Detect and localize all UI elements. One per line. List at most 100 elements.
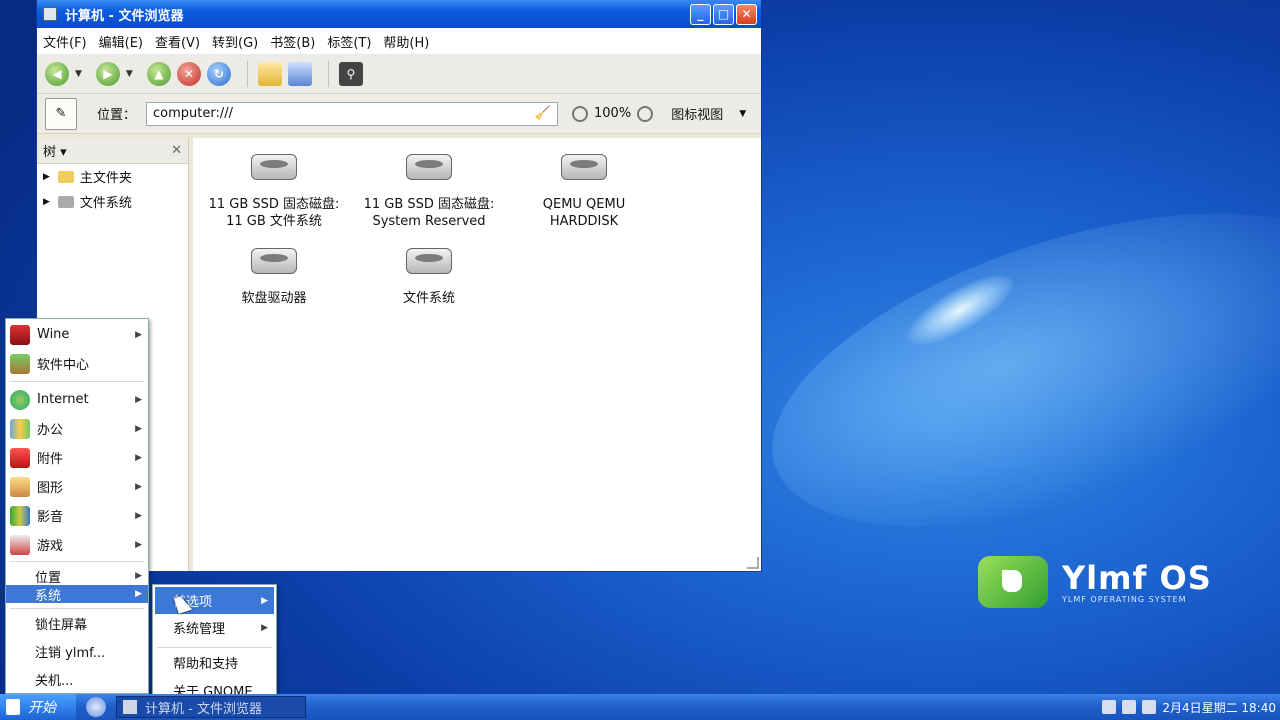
minimize-button[interactable]: _: [690, 3, 711, 25]
up-icon[interactable]: ▲: [146, 61, 171, 86]
menu-file[interactable]: 文件(F): [43, 32, 87, 51]
view-dropdown-icon[interactable]: ▼: [739, 109, 746, 119]
resize-grip-icon[interactable]: [747, 557, 759, 569]
drive-item[interactable]: QEMU QEMU HARDDISK: [509, 154, 659, 230]
menu-item-label: 影音: [37, 510, 64, 525]
menu-item-accessories[interactable]: 附件 ▶: [6, 443, 148, 472]
item-label: System Reserved: [372, 214, 486, 229]
tree-item-filesystem[interactable]: ▶ 文件系统: [37, 189, 188, 214]
item-label: 11 GB SSD 固态磁盘:: [208, 197, 340, 212]
item-label: HARDDISK: [549, 214, 619, 229]
zoom-in-icon[interactable]: [637, 105, 654, 122]
submenu-item-administration[interactable]: 系统管理 ▶: [155, 614, 274, 641]
submenu-arrow-icon: ▶: [135, 394, 142, 405]
ylmf-logo: Ylmf OS YLMF OPERATING SYSTEM: [978, 556, 1212, 608]
expand-arrow-icon[interactable]: ▶: [43, 172, 50, 182]
drive-item[interactable]: 11 GB SSD 固态磁盘: 11 GB 文件系统: [199, 154, 349, 230]
toolbar-separator: [327, 60, 329, 87]
stop-icon[interactable]: ✕: [176, 61, 201, 86]
menu-item-internet[interactable]: Internet ▶: [6, 385, 148, 414]
submenu-arrow-icon: ▶: [135, 452, 142, 463]
clear-icon[interactable]: 🧹: [535, 106, 551, 121]
wallpaper-swoosh: [735, 150, 1280, 590]
drive-item[interactable]: 文件系统: [354, 248, 504, 307]
submenu-item-preferences[interactable]: 首选项 ▶: [155, 587, 274, 614]
back-icon[interactable]: ◀: [45, 61, 69, 86]
menu-item-system[interactable]: 系统 ▶: [6, 585, 148, 604]
close-sidebar-icon[interactable]: ✕: [171, 143, 182, 158]
software-center-icon: [10, 353, 30, 374]
filesystem-drive-icon: [406, 248, 452, 274]
maximize-button[interactable]: □: [713, 3, 734, 25]
menu-item-graphics[interactable]: 图形 ▶: [6, 472, 148, 501]
hard-disk-icon: [406, 154, 452, 180]
submenu-arrow-icon: ▶: [135, 481, 142, 492]
item-label: 软盘驱动器: [241, 291, 307, 306]
expand-arrow-icon[interactable]: ▶: [43, 197, 50, 207]
show-desktop-icon[interactable]: [86, 697, 106, 717]
folder-icon: [57, 170, 74, 183]
menu-tabs[interactable]: 标签(T): [327, 32, 371, 51]
tree-item-home[interactable]: ▶ 主文件夹: [37, 164, 188, 189]
network-icon[interactable]: [1122, 700, 1137, 714]
submenu-arrow-icon: ▶: [261, 595, 268, 606]
menu-item-label: Wine: [37, 327, 70, 342]
location-value: computer:///: [153, 106, 234, 121]
back-dropdown-icon[interactable]: ▼: [75, 69, 82, 79]
submenu-arrow-icon: ▶: [135, 423, 142, 434]
drive-item[interactable]: 软盘驱动器: [199, 248, 349, 307]
submenu-arrow-icon: ▶: [135, 539, 142, 550]
menu-go[interactable]: 转到(G): [212, 32, 258, 51]
globe-icon: [10, 389, 30, 410]
menu-edit[interactable]: 编辑(E): [99, 32, 143, 51]
title-bar[interactable]: 计算机 - 文件浏览器 _ □ ✕: [37, 0, 761, 28]
submenu-item-help[interactable]: 帮助和支持: [155, 649, 274, 676]
submenu-arrow-icon: ▶: [135, 510, 142, 521]
submenu-item-label: 系统管理: [173, 622, 226, 637]
menu-item-places[interactable]: 位置 ▶: [6, 565, 148, 587]
submenu-item-label: 帮助和支持: [173, 657, 239, 672]
submenu-arrow-icon: ▶: [135, 589, 142, 599]
menu-item-games[interactable]: 游戏 ▶: [6, 530, 148, 559]
taskbar-window-button[interactable]: 计算机 - 文件浏览器: [116, 696, 306, 718]
volume-icon[interactable]: [1102, 700, 1117, 714]
close-button[interactable]: ✕: [736, 3, 757, 25]
menu-item-logout[interactable]: 注销 ylmf...: [6, 637, 148, 666]
reload-icon[interactable]: ↻: [206, 61, 231, 86]
forward-dropdown-icon[interactable]: ▼: [126, 69, 133, 79]
hard-disk-icon: [251, 154, 297, 180]
hard-disk-icon: [561, 154, 607, 180]
search-icon[interactable]: ⚲: [338, 61, 363, 86]
edit-location-button[interactable]: ✎: [45, 97, 77, 130]
menu-bookmarks[interactable]: 书签(B): [270, 32, 315, 51]
item-label: QEMU QEMU: [542, 197, 626, 212]
menu-help[interactable]: 帮助(H): [383, 32, 429, 51]
forward-icon[interactable]: ▶: [95, 61, 120, 86]
menu-item-label: 位置: [35, 570, 62, 586]
tree-item-label: 文件系统: [79, 196, 132, 211]
menu-item-lock-screen[interactable]: 锁住屏幕: [6, 609, 148, 638]
zoom-out-icon[interactable]: [572, 105, 589, 122]
location-input[interactable]: computer:/// 🧹: [146, 101, 559, 126]
menu-item-office[interactable]: 办公 ▶: [6, 414, 148, 443]
keyboard-icon[interactable]: [1142, 700, 1157, 714]
tree-item-label: 主文件夹: [79, 171, 132, 186]
menu-item-shutdown[interactable]: 关机...: [6, 665, 148, 694]
menu-view[interactable]: 查看(V): [155, 32, 200, 51]
menu-item-wine[interactable]: Wine ▶: [6, 320, 148, 349]
computer-icon[interactable]: [287, 61, 312, 86]
menu-item-multimedia[interactable]: 影音 ▶: [6, 501, 148, 530]
clock[interactable]: 2月4日星期二 18:40: [1162, 699, 1276, 716]
drive-item[interactable]: 11 GB SSD 固态磁盘: System Reserved: [354, 154, 504, 230]
sidebar-title[interactable]: 树 ▾: [43, 141, 67, 160]
view-selector[interactable]: 图标视图: [671, 104, 723, 123]
menu-item-software-center[interactable]: 软件中心: [6, 349, 148, 378]
menu-separator: [157, 647, 272, 648]
drive-icon: [57, 195, 74, 208]
item-label: 11 GB SSD 固态磁盘:: [363, 197, 495, 212]
menu-item-label: 锁住屏幕: [35, 618, 88, 633]
start-button[interactable]: 开始: [0, 694, 76, 720]
system-submenu: 首选项 ▶ 系统管理 ▶ 帮助和支持 关于 GNOME: [152, 584, 277, 706]
home-folder-icon[interactable]: [257, 61, 282, 86]
menu-separator: [10, 381, 144, 382]
